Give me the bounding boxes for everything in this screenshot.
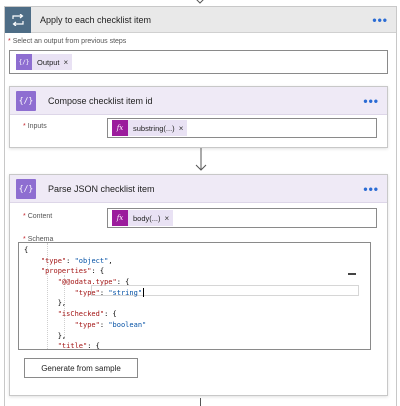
parse-json-icon: {∕}: [16, 178, 36, 199]
code-line: "type": "string": [74, 288, 143, 297]
inputs-field[interactable]: fx substring(...) ×: [107, 118, 377, 138]
compose-header[interactable]: {∕} Compose checklist item id •••: [10, 87, 387, 115]
code-line: "@@odata.type": {: [57, 278, 130, 287]
code-line: "type": "object",: [40, 256, 113, 265]
remove-token-icon[interactable]: ×: [179, 124, 184, 133]
output-token-label: Output: [37, 57, 60, 67]
code-line-cursor: "type": "string": [24, 288, 370, 299]
required-mark: *: [23, 213, 26, 220]
compose-title: Compose checklist item id: [48, 95, 153, 106]
remove-token-icon[interactable]: ×: [64, 58, 69, 67]
loop-icon: [5, 6, 31, 33]
connector-line-bottom: [200, 398, 201, 406]
select-output-field[interactable]: {∕} Output ×: [9, 50, 388, 74]
more-options-icon[interactable]: •••: [372, 14, 388, 26]
parse-json-title: Parse JSON checklist item: [48, 183, 155, 194]
select-output-label-text: Select an output from previous steps: [12, 38, 127, 45]
inputs-label: * Inputs: [23, 123, 47, 130]
content-field[interactable]: fx body(...) ×: [107, 208, 377, 228]
code-line: {: [24, 246, 29, 254]
more-options-icon[interactable]: •••: [363, 183, 379, 195]
compose-icon: {∕}: [16, 90, 36, 111]
more-options-icon[interactable]: •••: [363, 95, 379, 107]
code-line: "type": "boolean": [74, 320, 147, 329]
schema-code: { "type": "object", "properties": { "@@o…: [19, 243, 370, 350]
inputs-label-text: Inputs: [27, 123, 47, 130]
content-label: * Content: [23, 213, 52, 220]
compose-card: {∕} Compose checklist item id ••• * Inpu…: [9, 86, 388, 148]
content-label-text: Content: [27, 213, 53, 220]
fx-icon: fx: [112, 120, 128, 136]
code-line: "properties": {: [40, 267, 105, 276]
body-token[interactable]: fx body(...) ×: [112, 210, 174, 226]
required-mark: *: [8, 38, 11, 45]
required-mark: *: [23, 123, 26, 130]
body-token-label: body(...): [133, 213, 161, 223]
substring-token[interactable]: fx substring(...) ×: [112, 120, 188, 136]
select-output-label: * Select an output from previous steps: [8, 38, 126, 45]
remove-token-icon[interactable]: ×: [165, 214, 170, 223]
code-line: "isChecked": {: [57, 310, 117, 319]
code-line: },: [24, 331, 67, 340]
variable-icon: {∕}: [16, 54, 32, 70]
apply-to-each-header[interactable]: Apply to each checklist item •••: [5, 6, 396, 33]
apply-to-each-title: Apply to each checklist item: [40, 14, 152, 25]
text-cursor: [143, 288, 145, 298]
parse-json-header[interactable]: {∕} Parse JSON checklist item •••: [10, 175, 387, 203]
fx-icon: fx: [112, 210, 128, 226]
output-token[interactable]: {∕} Output ×: [16, 54, 73, 70]
code-line: },: [24, 299, 67, 308]
code-line: "title": {: [57, 342, 100, 350]
generate-from-sample-button[interactable]: Generate from sample: [24, 358, 138, 378]
connector-arrow-middle: [195, 148, 207, 172]
parse-json-card: {∕} Parse JSON checklist item ••• * Cont…: [9, 174, 388, 396]
substring-token-label: substring(...): [133, 123, 175, 133]
schema-editor[interactable]: { "type": "object", "properties": { "@@o…: [18, 242, 371, 350]
